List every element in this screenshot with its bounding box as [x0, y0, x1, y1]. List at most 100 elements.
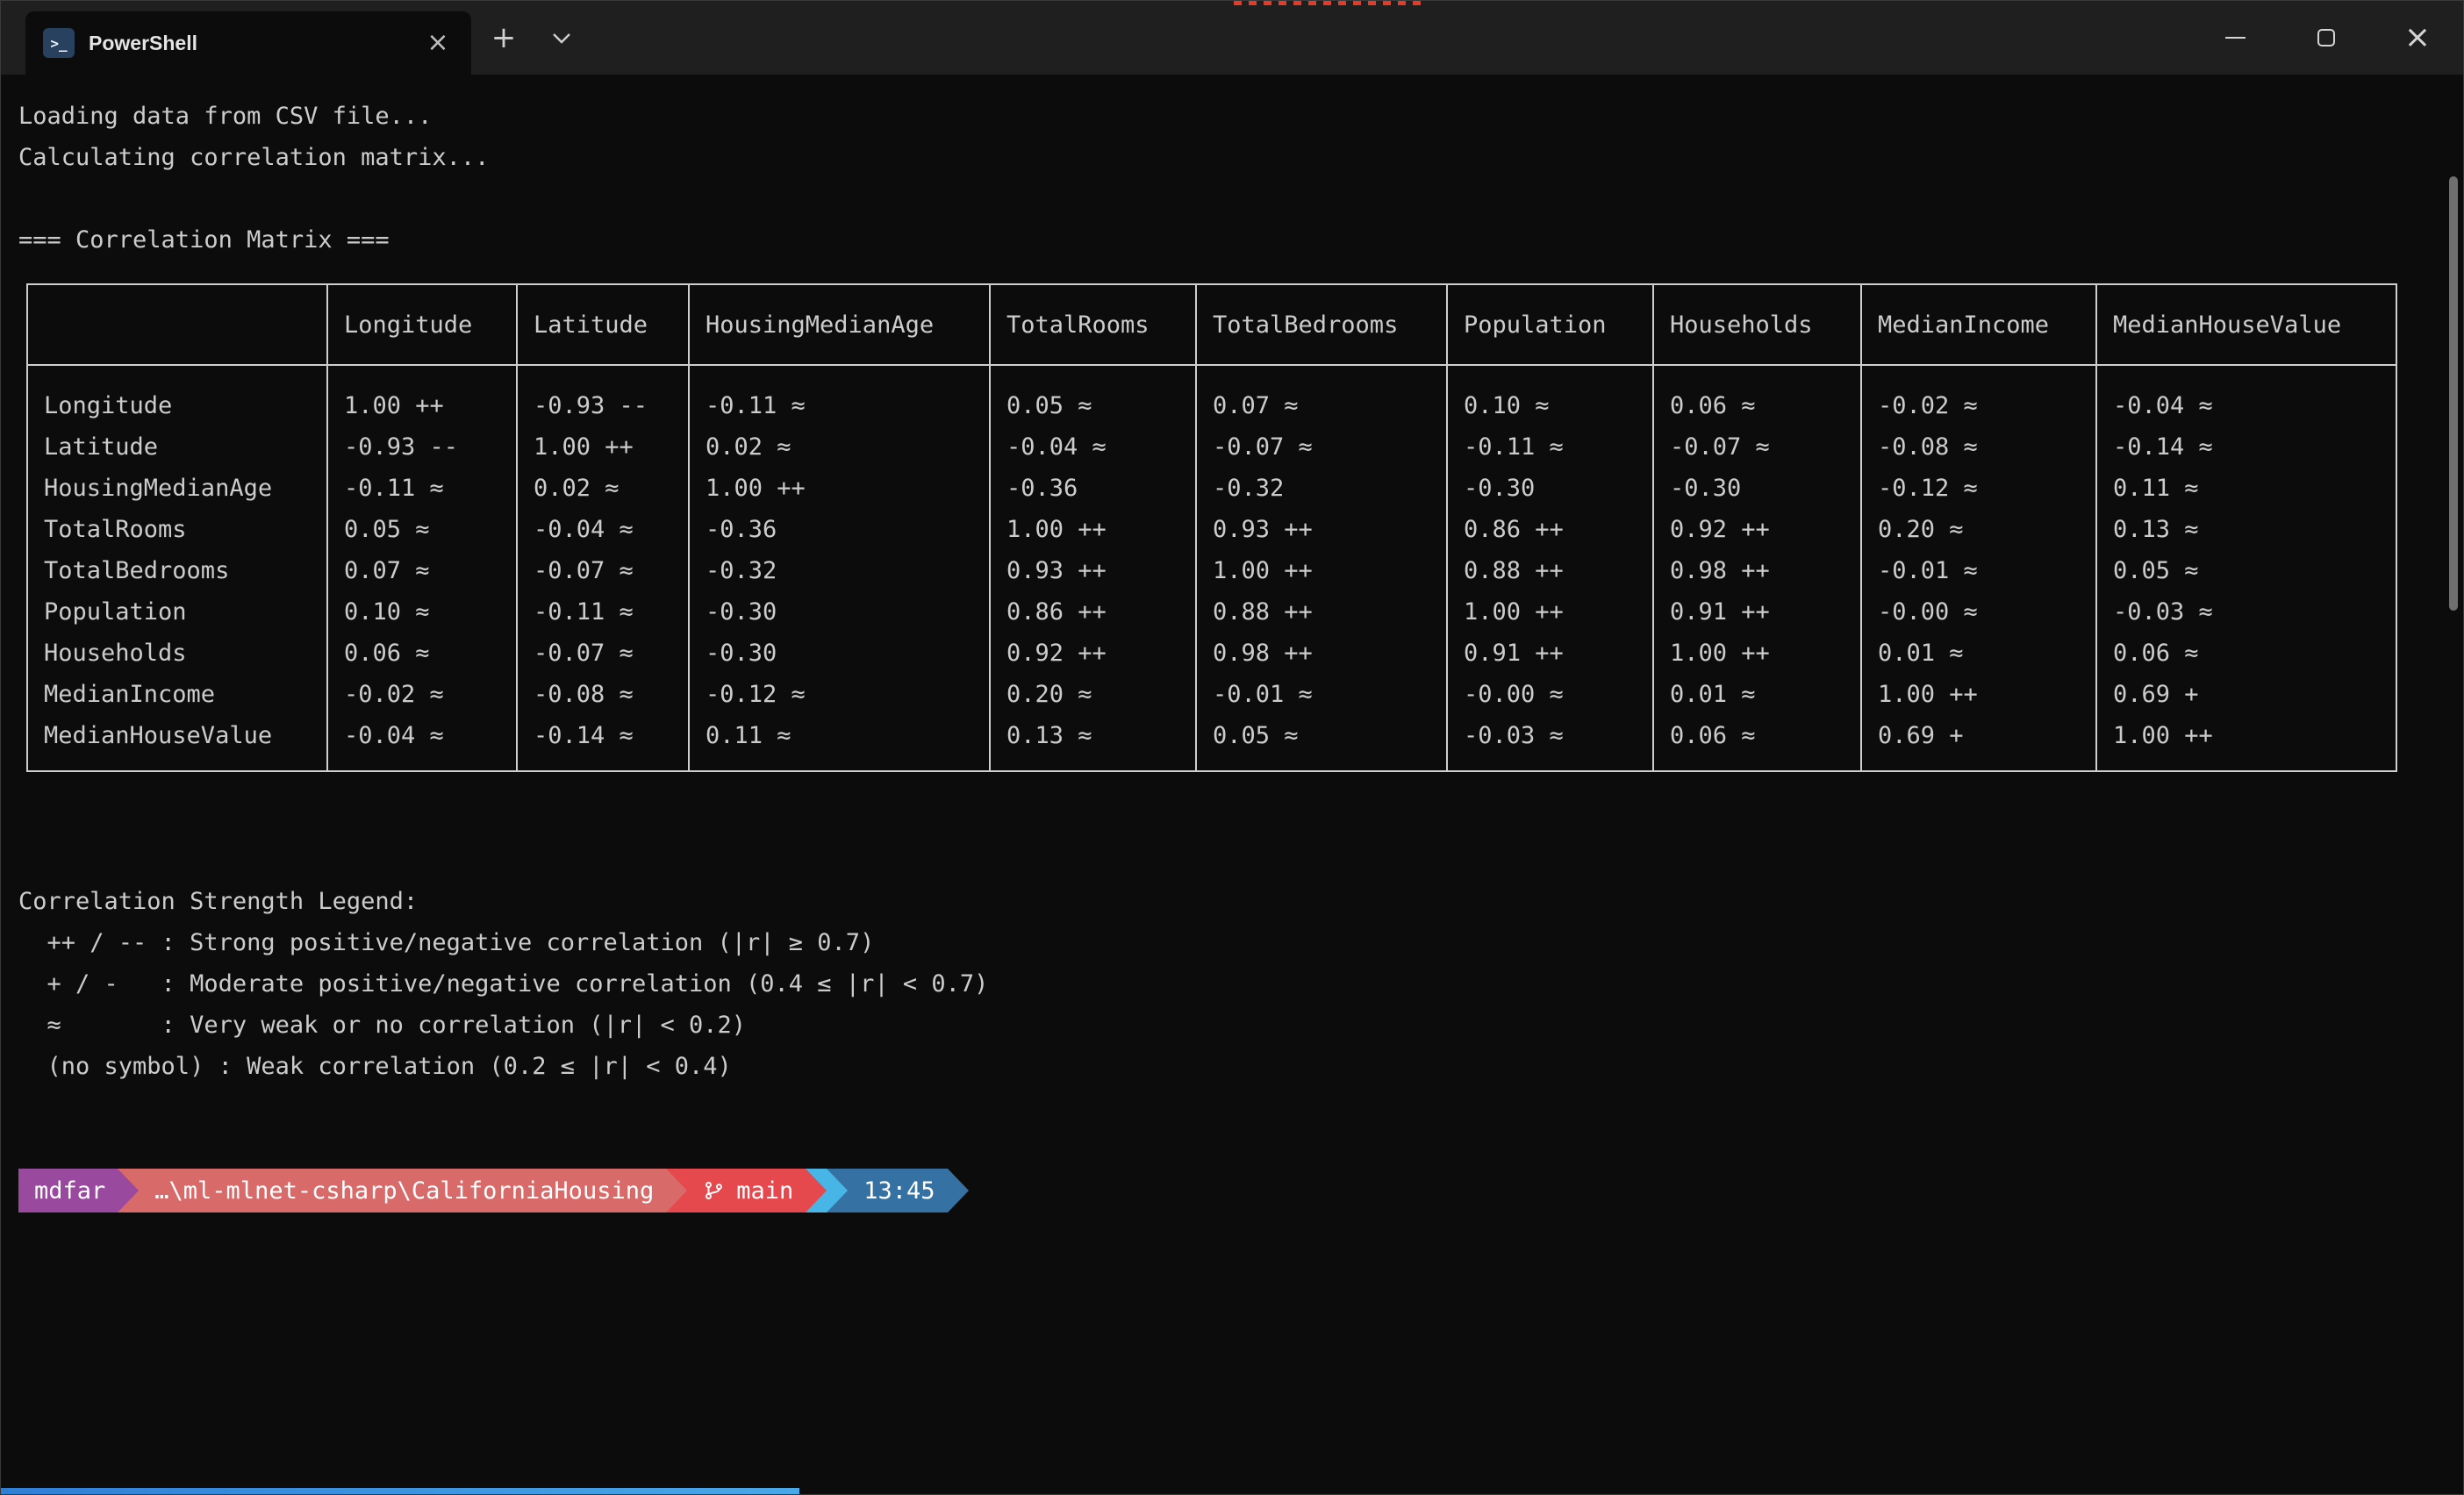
matrix-cell: 0.20 ≈ [1861, 509, 2096, 550]
matrix-cell: -0.32 [689, 550, 990, 591]
matrix-row: MedianIncome-0.02 ≈-0.08 ≈-0.12 ≈0.20 ≈-… [27, 674, 2396, 715]
git-branch-icon [703, 1179, 726, 1202]
matrix-cell: -0.03 ≈ [1447, 715, 1653, 756]
matrix-cell: 0.10 ≈ [1447, 385, 1653, 426]
matrix-cell: -0.11 ≈ [517, 591, 689, 633]
matrix-spacer-cell [990, 365, 1196, 385]
window-controls: × [2189, 1, 2463, 75]
matrix-cell: -0.04 ≈ [327, 715, 517, 756]
minimize-icon [2225, 37, 2246, 39]
matrix-row: Longitude1.00 ++-0.93 ---0.11 ≈0.05 ≈0.0… [27, 385, 2396, 426]
matrix-cell: -0.04 ≈ [517, 509, 689, 550]
legend-item: + / - : Moderate positive/negative corre… [18, 963, 2425, 1005]
matrix-row-label: MedianHouseValue [27, 715, 327, 756]
matrix-cell: -0.00 ≈ [1861, 591, 2096, 633]
matrix-cell: 0.06 ≈ [1653, 385, 1861, 426]
prompt-separator [948, 1169, 969, 1212]
matrix-cell: 0.93 ++ [990, 550, 1196, 591]
legend-item: ≈ : Very weak or no correlation (|r| < 0… [18, 1005, 2425, 1046]
console-output: Loading data from CSV file...Calculating… [18, 96, 2425, 261]
matrix-row-label: TotalRooms [27, 509, 327, 550]
legend: Correlation Strength Legend: ++ / -- : S… [18, 881, 2425, 1087]
matrix-cell: -0.03 ≈ [2096, 591, 2396, 633]
matrix-cell: 0.92 ++ [1653, 509, 1861, 550]
prompt-segment-path: …\ml-mlnet-csharp\CaliforniaHousing [139, 1169, 666, 1212]
matrix-cell: -0.36 [689, 509, 990, 550]
chevron-down-icon [552, 32, 571, 44]
matrix-cell: 0.05 ≈ [327, 509, 517, 550]
matrix-cell: 1.00 ++ [2096, 715, 2396, 756]
matrix-row: Population0.10 ≈-0.11 ≈-0.300.86 ++0.88 … [27, 591, 2396, 633]
matrix-cell: -0.14 ≈ [2096, 426, 2396, 468]
scrollbar[interactable] [2446, 75, 2461, 1487]
matrix-spacer-cell [327, 365, 517, 385]
matrix-cell: -0.14 ≈ [517, 715, 689, 756]
matrix-cell: -0.32 [1196, 468, 1447, 509]
matrix-col-header: HousingMedianAge [689, 284, 990, 365]
matrix-cell: -0.12 ≈ [689, 674, 990, 715]
powershell-icon-glyph: >_ [50, 35, 67, 52]
matrix-spacer-cell [1447, 756, 1653, 771]
prompt-separator [666, 1169, 687, 1212]
legend-title: Correlation Strength Legend: [18, 881, 2425, 922]
minimize-button[interactable] [2189, 1, 2281, 75]
matrix-cell: 1.00 ++ [689, 468, 990, 509]
matrix-cell: 0.11 ≈ [689, 715, 990, 756]
matrix-cell: 0.10 ≈ [327, 591, 517, 633]
matrix-cell: -0.12 ≈ [1861, 468, 2096, 509]
prompt-separator [827, 1169, 848, 1212]
matrix-row: Households0.06 ≈-0.07 ≈-0.300.92 ++0.98 … [27, 633, 2396, 674]
matrix-cell: 0.05 ≈ [1196, 715, 1447, 756]
matrix-cell: 0.86 ++ [1447, 509, 1653, 550]
close-button[interactable]: × [2372, 1, 2463, 75]
matrix-cell: 0.05 ≈ [990, 385, 1196, 426]
matrix-cell: -0.30 [1447, 468, 1653, 509]
matrix-cell: -0.11 ≈ [1447, 426, 1653, 468]
matrix-col-header: MedianIncome [1861, 284, 2096, 365]
matrix-cell: -0.07 ≈ [1196, 426, 1447, 468]
matrix-col-header: MedianHouseValue [2096, 284, 2396, 365]
console-line: Loading data from CSV file... [18, 96, 2425, 137]
console-line [18, 178, 2425, 219]
matrix-spacer-cell [1653, 365, 1861, 385]
matrix-cell: 1.00 ++ [327, 385, 517, 426]
tab-powershell[interactable]: >_ PowerShell × [25, 11, 471, 75]
matrix-cell: 1.00 ++ [517, 426, 689, 468]
matrix-row-label: MedianIncome [27, 674, 327, 715]
console-line: Calculating correlation matrix... [18, 137, 2425, 178]
matrix-cell: -0.04 ≈ [990, 426, 1196, 468]
terminal-window: >_ PowerShell × + × Loading data from CS… [0, 0, 2464, 1495]
matrix-spacer-cell [27, 756, 327, 771]
matrix-cell: -0.07 ≈ [1653, 426, 1861, 468]
matrix-spacer-cell [1447, 365, 1653, 385]
tab-close-button[interactable]: × [420, 25, 455, 61]
matrix-spacer-cell [2096, 756, 2396, 771]
matrix-cell: 0.69 + [2096, 674, 2396, 715]
legend-items: ++ / -- : Strong positive/negative corre… [18, 922, 2425, 1087]
matrix-spacer-cell [517, 365, 689, 385]
new-tab-button[interactable]: + [478, 12, 529, 63]
scrollbar-thumb[interactable] [2449, 176, 2458, 611]
matrix-cell: 0.86 ++ [990, 591, 1196, 633]
matrix-spacer-cell [1861, 756, 2096, 771]
matrix-cell: -0.01 ≈ [1196, 674, 1447, 715]
matrix-cell: -0.93 -- [327, 426, 517, 468]
prompt-bar: mdfar …\ml-mlnet-csharp\CaliforniaHousing… [18, 1169, 2425, 1212]
matrix-row: TotalBedrooms0.07 ≈-0.07 ≈-0.320.93 ++1.… [27, 550, 2396, 591]
matrix-spacer-cell [1196, 365, 1447, 385]
matrix-row-label: TotalBedrooms [27, 550, 327, 591]
prompt-segment-text: 13:45 [863, 1177, 935, 1205]
maximize-button[interactable] [2281, 1, 2372, 75]
matrix-cell: -0.02 ≈ [1861, 385, 2096, 426]
prompt-segment-git: main [687, 1169, 806, 1212]
matrix-row: MedianHouseValue-0.04 ≈-0.14 ≈0.11 ≈0.13… [27, 715, 2396, 756]
matrix-cell: 0.88 ++ [1196, 591, 1447, 633]
matrix-cell: 0.92 ++ [990, 633, 1196, 674]
tab-dropdown-button[interactable] [536, 12, 587, 63]
prompt-segment-text: mdfar [34, 1177, 105, 1205]
matrix-spacer-cell [27, 365, 327, 385]
matrix-cell: -0.30 [689, 633, 990, 674]
prompt-segment-user: mdfar [18, 1169, 118, 1212]
matrix-spacer-cell [689, 365, 990, 385]
matrix-col-header: TotalBedrooms [1196, 284, 1447, 365]
